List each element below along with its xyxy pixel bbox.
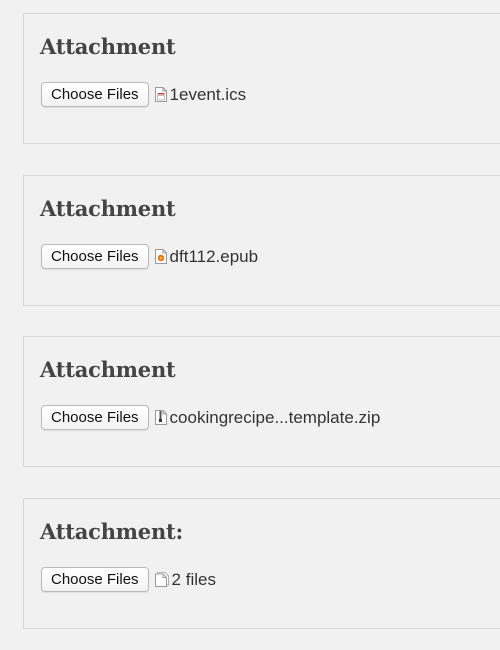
selected-file-label: 2 files (171, 569, 216, 589)
selected-file-label: cookingrecipe...template.zip (169, 407, 381, 427)
selected-file-label: dft112.epub (169, 246, 259, 266)
multiple-files-icon (154, 572, 169, 587)
attachment-panel: Attachment Choose Files dft112.epub (23, 175, 500, 306)
attachment-panel: Attachment Choose Files 1event.ics (23, 13, 500, 144)
zip-file-icon (154, 410, 167, 425)
selected-file-label: 1event.ics (169, 84, 247, 104)
file-input-row: Choose Files 2 files (41, 567, 216, 592)
choose-files-button[interactable]: Choose Files (41, 82, 149, 107)
attachment-panel: Attachment: Choose Files 2 files (23, 498, 500, 629)
choose-files-button[interactable]: Choose Files (41, 244, 149, 269)
attachment-panel: Attachment Choose Files cookingrecipe...… (23, 336, 500, 467)
choose-files-button[interactable]: Choose Files (41, 567, 149, 592)
file-input-row: Choose Files cookingrecipe...template.zi… (41, 405, 380, 430)
attachment-title: Attachment (40, 34, 176, 59)
epub-file-icon (154, 249, 167, 264)
attachment-title: Attachment: (40, 519, 184, 544)
attachment-title: Attachment (40, 357, 176, 382)
file-input-row: Choose Files dft112.epub (41, 244, 258, 269)
file-input-row: Choose Files 1event.ics (41, 82, 246, 107)
choose-files-button[interactable]: Choose Files (41, 405, 149, 430)
calendar-file-icon (154, 87, 167, 102)
attachment-title: Attachment (40, 196, 176, 221)
